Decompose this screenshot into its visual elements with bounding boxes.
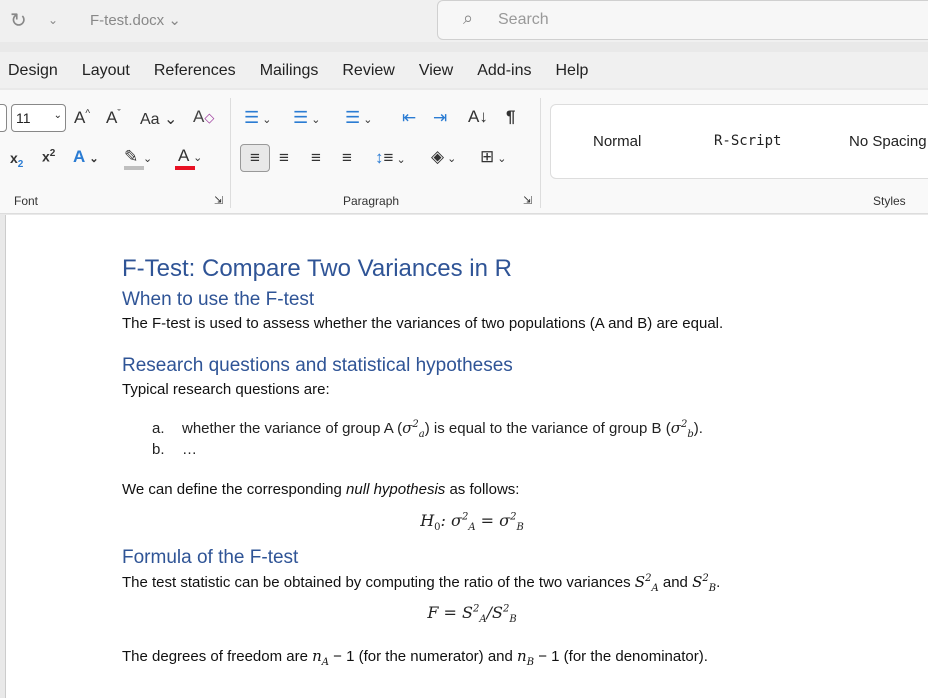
equation-null-hypothesis: H0: σ2A = σ2B — [420, 511, 524, 534]
chevron-down-icon: ⌄ — [53, 110, 62, 121]
tab-mailings[interactable]: Mailings — [260, 52, 319, 88]
bullets-icon[interactable]: ☰ ⌄ — [244, 108, 272, 128]
group-label-font: Font — [14, 194, 39, 208]
sort-icon[interactable]: A↓ — [468, 107, 488, 127]
font-name-dropdown[interactable] — [0, 104, 7, 132]
grow-font-icon[interactable]: A^ — [74, 108, 90, 128]
title-bar: ↻ ⌄ F-test.docx ⌄ ⌕ Search — [0, 0, 928, 42]
quick-access-dropdown-icon[interactable]: ⌄ — [48, 13, 58, 27]
show-formatting-icon[interactable]: ¶ — [506, 107, 515, 127]
font-dialog-launcher-icon[interactable]: ⇲ — [214, 194, 223, 207]
math: σ2a — [402, 419, 425, 440]
search-placeholder: Search — [498, 11, 549, 28]
change-case-button[interactable]: Aa ⌄ — [140, 109, 177, 129]
style-no-spacing[interactable]: No Spacing — [849, 133, 927, 150]
tab-references[interactable]: References — [154, 52, 236, 88]
highlight-color-bar — [124, 166, 144, 170]
clear-formatting-icon[interactable]: A◇ — [193, 107, 214, 127]
highlight-icon[interactable]: ✎ ⌄ — [124, 147, 152, 167]
text-effects-icon[interactable]: A ⌄ — [73, 147, 99, 167]
styles-gallery: Normal R-Script No Spacing — [550, 104, 928, 179]
group-label-paragraph: Paragraph — [343, 194, 400, 208]
paragraph: Typical research questions are: — [122, 381, 330, 398]
divider — [540, 98, 541, 208]
document-filename[interactable]: F-test.docx ⌄ — [90, 11, 181, 29]
title: F-Test: Compare Two Variances in R — [122, 255, 512, 282]
align-right-icon[interactable]: ≡ — [311, 148, 321, 168]
search-icon: ⌕ — [463, 8, 474, 28]
align-left-button[interactable]: ≡ — [240, 144, 270, 172]
equation-f-statistic: F = S2A/S2B — [427, 603, 517, 626]
tab-add-ins[interactable]: Add-ins — [477, 52, 531, 88]
list-item: b.… — [152, 441, 197, 458]
tab-layout[interactable]: Layout — [82, 52, 130, 88]
style-r-script[interactable]: R-Script — [714, 133, 781, 149]
line-spacing-icon[interactable]: ↕≡ ⌄ — [375, 148, 406, 168]
borders-icon[interactable]: ⊞ ⌄ — [480, 147, 507, 167]
justify-icon[interactable]: ≡ — [342, 148, 352, 168]
math: σ2b — [670, 419, 694, 440]
style-normal[interactable]: Normal — [593, 133, 641, 150]
font-color-bar — [175, 166, 195, 170]
paragraph: We can define the corresponding null hyp… — [122, 481, 520, 498]
list-item: a. whether the variance of group A (σ2a) … — [152, 419, 703, 440]
heading-research: Research questions and statistical hypot… — [122, 355, 513, 376]
tab-design[interactable]: Design — [8, 52, 58, 88]
font-size-dropdown[interactable]: 11 ⌄ — [11, 104, 66, 132]
shading-icon[interactable]: ◈ ⌄ — [431, 147, 456, 167]
redo-icon[interactable]: ↻ — [10, 8, 27, 33]
superscript-icon[interactable]: x2 — [42, 148, 55, 165]
shrink-font-icon[interactable]: Aˇ — [106, 108, 121, 128]
numbering-icon[interactable]: ☰ ⌄ — [293, 108, 321, 128]
document-content: F-Test: Compare Two Variances in R When … — [122, 255, 822, 669]
paragraph-dialog-launcher-icon[interactable]: ⇲ — [523, 194, 532, 207]
font-color-icon[interactable]: A ⌄ — [178, 146, 202, 166]
search-box[interactable]: ⌕ Search — [437, 0, 928, 40]
tab-help[interactable]: Help — [555, 52, 588, 88]
increase-indent-icon[interactable]: ⇥ — [433, 108, 447, 128]
heading-formula: Formula of the F-test — [122, 547, 299, 568]
multilevel-list-icon[interactable]: ☰ ⌄ — [345, 108, 373, 128]
group-label-styles: Styles — [873, 194, 906, 208]
paragraph: The test statistic can be obtained by co… — [122, 573, 721, 594]
ribbon-tabs: Design Layout References Mailings Review… — [0, 52, 928, 88]
paragraph: The degrees of freedom are nA − 1 (for t… — [122, 647, 708, 668]
align-center-icon[interactable]: ≡ — [279, 148, 289, 168]
paragraph: The F-test is used to assess whether the… — [122, 315, 724, 332]
tab-review[interactable]: Review — [342, 52, 394, 88]
divider — [230, 98, 231, 208]
tab-view[interactable]: View — [419, 52, 453, 88]
decrease-indent-icon[interactable]: ⇤ — [402, 108, 416, 128]
subscript-icon[interactable]: x2 — [10, 150, 23, 170]
heading-when: When to use the F-test — [122, 289, 315, 310]
